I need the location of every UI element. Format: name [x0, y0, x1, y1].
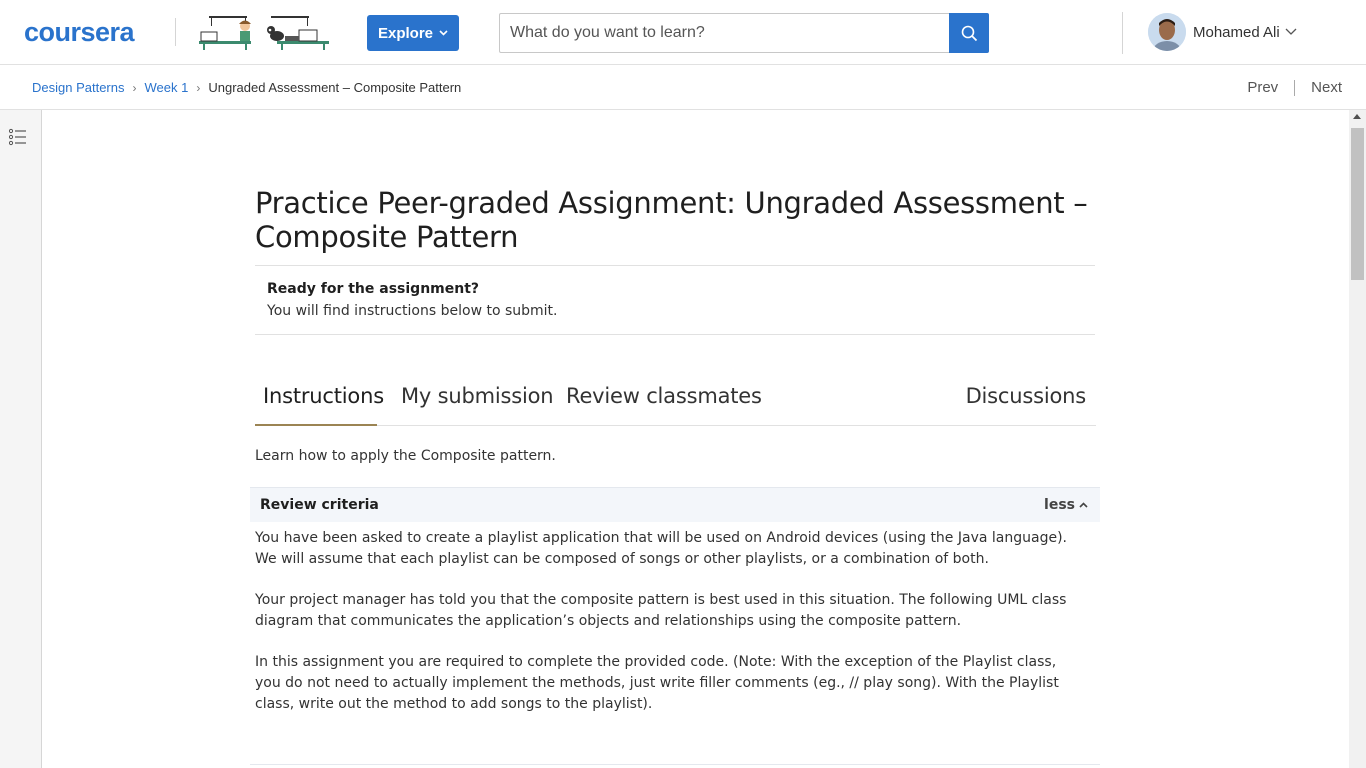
breadcrumb-week[interactable]: Week 1	[145, 80, 189, 95]
assignment-tabs: Instructions My submission Review classm…	[255, 378, 1096, 426]
criteria-paragraph: Your project manager has told you that t…	[255, 592, 1067, 629]
scrollbar[interactable]	[1349, 110, 1366, 768]
prev-next-divider	[1294, 79, 1296, 96]
logo-divider	[175, 18, 176, 46]
avatar-image	[1148, 13, 1186, 51]
tab-instructions[interactable]: Instructions	[263, 384, 384, 408]
breadcrumb-current: Ungraded Assessment – Composite Pattern	[208, 80, 462, 95]
page-title: Practice Peer-graded Assignment: Ungrade…	[255, 186, 1088, 254]
table-of-contents-icon[interactable]	[9, 128, 27, 146]
breadcrumb-course[interactable]: Design Patterns	[32, 80, 125, 95]
review-criteria-header[interactable]: Review criteria less	[250, 487, 1100, 522]
breadcrumb-bar: Design Patterns › Week 1 › Ungraded Asse…	[0, 65, 1366, 110]
breadcrumb: Design Patterns › Week 1 › Ungraded Asse…	[32, 80, 461, 95]
review-criteria-title: Review criteria	[260, 497, 379, 513]
top-header: coursera Explore What do you want to lea…	[0, 0, 1366, 65]
breadcrumb-chevron-icon: ›	[132, 80, 137, 95]
tab-review-classmates[interactable]: Review classmates	[566, 384, 762, 408]
prev-next-nav: Prev Next	[1247, 79, 1342, 96]
explore-label: Explore	[377, 24, 434, 42]
chevron-up-icon	[1079, 502, 1088, 508]
scroll-up-arrow[interactable]	[1353, 114, 1361, 119]
active-tab-indicator	[255, 424, 377, 426]
assignment-intro: Learn how to apply the Composite pattern…	[255, 448, 556, 464]
tab-discussions[interactable]: Discussions	[966, 384, 1087, 408]
next-link[interactable]: Next	[1311, 79, 1342, 96]
ready-title: Ready for the assignment?	[267, 281, 480, 297]
ready-text: You will find instructions below to subm…	[267, 303, 558, 319]
search-button[interactable]	[949, 13, 989, 53]
prev-link[interactable]: Prev	[1247, 79, 1278, 96]
left-rail	[0, 110, 42, 768]
breadcrumb-chevron-icon: ›	[196, 80, 201, 95]
explore-button[interactable]: Explore	[367, 15, 459, 51]
header-illustration	[199, 16, 329, 50]
review-criteria-body: You have been asked to create a playlist…	[255, 528, 1075, 735]
criteria-paragraph: In this assignment you are required to c…	[255, 654, 1059, 712]
user-name[interactable]: Mohamed Ali	[1193, 24, 1280, 41]
search-input[interactable]	[499, 13, 950, 53]
search-icon	[961, 25, 977, 41]
section-divider	[250, 764, 1100, 765]
toggle-label: less	[1044, 497, 1075, 513]
user-divider	[1122, 12, 1123, 54]
ready-box: Ready for the assignment? You will find …	[255, 265, 1095, 335]
coursera-logo[interactable]: coursera	[24, 18, 135, 46]
criteria-paragraph: You have been asked to create a playlist…	[255, 530, 1067, 567]
chevron-down-icon	[439, 30, 448, 36]
avatar[interactable]	[1148, 13, 1186, 51]
review-criteria-toggle[interactable]: less	[1044, 497, 1088, 513]
scroll-thumb[interactable]	[1351, 128, 1364, 280]
chevron-down-icon[interactable]	[1284, 26, 1298, 38]
tab-my-submission[interactable]: My submission	[401, 384, 554, 408]
assignment-header: Practice Peer-graded Assignment: Ungrade…	[255, 186, 1095, 335]
